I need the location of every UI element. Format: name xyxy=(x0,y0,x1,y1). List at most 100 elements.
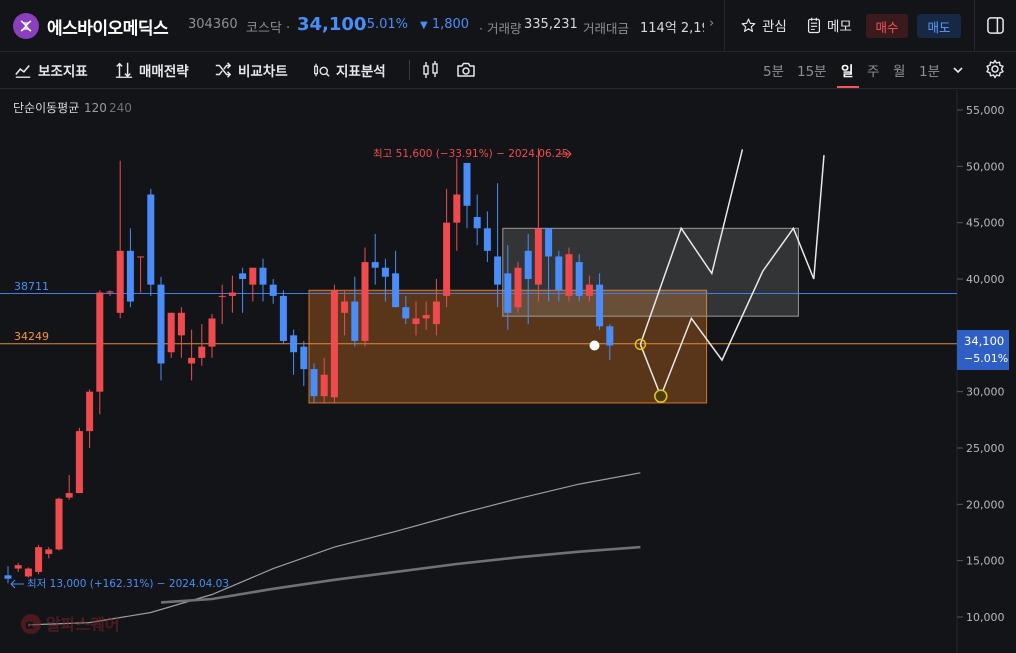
period-15min[interactable]: 15분 xyxy=(797,60,827,80)
last-price-value: 34,100 xyxy=(964,334,1004,348)
candle-body xyxy=(330,290,338,398)
candle-body xyxy=(514,267,522,308)
company-logo xyxy=(13,13,39,39)
candle-body xyxy=(596,284,604,327)
candle-body xyxy=(402,307,410,319)
stock-name[interactable]: 에스바이오메딕스 xyxy=(47,14,169,39)
candle-body xyxy=(116,250,124,313)
y-tick-label: 55,000 xyxy=(966,104,1005,117)
candle-body xyxy=(473,217,481,229)
period-month[interactable]: 월 xyxy=(893,60,905,80)
candle-body xyxy=(269,284,277,296)
compare-label: 비교차트 xyxy=(238,64,288,80)
candle-body xyxy=(157,284,165,364)
crosshair-dot xyxy=(589,340,600,351)
candlestick-icon[interactable] xyxy=(421,60,441,80)
gear-icon[interactable] xyxy=(985,59,1005,79)
candle-body xyxy=(249,267,257,285)
toolbar-divider xyxy=(409,60,410,80)
candle-body xyxy=(443,222,451,296)
last-price-percent: −5.01% xyxy=(964,352,1008,365)
y-tick-label: 15,000 xyxy=(966,555,1005,568)
period-day[interactable]: 일 xyxy=(841,60,853,80)
indicators-icon xyxy=(15,65,31,78)
strategy-button[interactable]: 매매전략 xyxy=(115,60,189,80)
ma-legend-label: 단순이동평균 xyxy=(13,101,79,115)
down-arrow-icon: ▼ xyxy=(420,20,428,31)
candle-body xyxy=(422,315,430,319)
candle-body xyxy=(106,291,114,293)
candle-body xyxy=(534,228,542,285)
candle-body xyxy=(483,228,491,251)
candle-body xyxy=(167,312,175,353)
candle-body xyxy=(24,568,32,577)
period-1min[interactable]: 1분 xyxy=(919,60,940,80)
last-price-tag: 34,100 −5.01% xyxy=(957,330,1009,370)
amount-value: 114억 2,19 xyxy=(640,21,704,36)
period-5min[interactable]: 5분 xyxy=(763,60,784,80)
candle-body xyxy=(126,250,134,302)
camera-icon[interactable] xyxy=(456,60,476,80)
candle-body xyxy=(351,301,359,341)
analysis-label: 지표분석 xyxy=(336,64,386,80)
high-annotation: 최고 51,600 (−33.91%) − 2024.06.25 xyxy=(373,148,568,160)
candle-body xyxy=(606,326,614,346)
watermark-text: 알파스퀘어 xyxy=(46,615,120,634)
chevron-down-icon[interactable] xyxy=(952,64,964,76)
candle-body xyxy=(575,262,583,296)
watermark: α 알파스퀘어 xyxy=(21,614,120,634)
y-tick-label: 25,000 xyxy=(966,442,1005,455)
memo-button[interactable]: 메모 xyxy=(806,15,852,35)
favorite-label: 관심 xyxy=(762,19,787,35)
candle-body xyxy=(218,295,226,297)
chevron-right-icon[interactable]: › xyxy=(709,16,714,31)
candle-body xyxy=(177,312,185,336)
candle-body xyxy=(504,273,512,313)
candle-body xyxy=(188,357,196,364)
analysis-button[interactable]: 지표분석 xyxy=(312,60,386,80)
candle-body xyxy=(494,256,502,285)
strategy-icon xyxy=(115,62,133,78)
projection-marker xyxy=(654,389,668,403)
header-divider xyxy=(724,0,725,52)
indicators-button[interactable]: 보조지표 xyxy=(14,60,88,80)
header-divider-2 xyxy=(974,0,975,52)
hline-orange-label: 34249 xyxy=(14,330,49,343)
stock-code: 304360 xyxy=(188,17,238,32)
change-value: ▼ 1,800 xyxy=(420,17,469,32)
candle-body xyxy=(320,374,328,397)
dna-icon xyxy=(20,20,32,32)
candle-body xyxy=(412,318,420,325)
alpha-icon: α xyxy=(25,618,34,633)
change-amount: 1,800 xyxy=(431,17,470,32)
market-label: 코스닥 · xyxy=(246,21,291,36)
candle-body xyxy=(35,547,43,572)
buy-button[interactable]: 매수 xyxy=(866,14,908,38)
stock-header: 에스바이오메딕스 304360 코스닥 · 34,100 -5.01% ▼ 1,… xyxy=(0,0,1016,52)
y-tick-label: 40,000 xyxy=(966,273,1005,286)
y-tick-label: 10,000 xyxy=(966,611,1005,624)
candle-body xyxy=(545,228,553,257)
amount-label: 거래대금 xyxy=(583,21,630,36)
candle-body xyxy=(259,267,267,285)
candle-body xyxy=(239,273,247,279)
candle-body xyxy=(290,335,298,353)
memo-icon xyxy=(807,17,821,33)
candle-body xyxy=(310,369,318,397)
volume-label: · 거래량 xyxy=(479,21,522,36)
price-chart[interactable]: 55,00050,00045,00040,00035,00030,00025,0… xyxy=(0,90,1016,653)
chart-toolbar: 보조지표 매매전략 비교차트 지표분석 5분 15분 일 주 월 1분 xyxy=(0,52,1016,89)
candle-body xyxy=(96,292,104,392)
candle-body xyxy=(75,431,83,494)
current-price: 34,100 xyxy=(297,14,367,35)
ma-legend-120[interactable]: 120 xyxy=(84,101,107,115)
compare-button[interactable]: 비교차트 xyxy=(214,60,288,80)
favorite-button[interactable]: 관심 xyxy=(740,15,787,35)
shuffle-icon xyxy=(215,62,232,78)
candle-body xyxy=(228,292,236,296)
indicators-label: 보조지표 xyxy=(38,64,88,80)
period-week[interactable]: 주 xyxy=(867,60,879,80)
sell-button[interactable]: 매도 xyxy=(917,14,961,38)
side-panel-icon[interactable] xyxy=(986,16,1005,35)
ma-legend-240[interactable]: 240 xyxy=(109,101,132,115)
